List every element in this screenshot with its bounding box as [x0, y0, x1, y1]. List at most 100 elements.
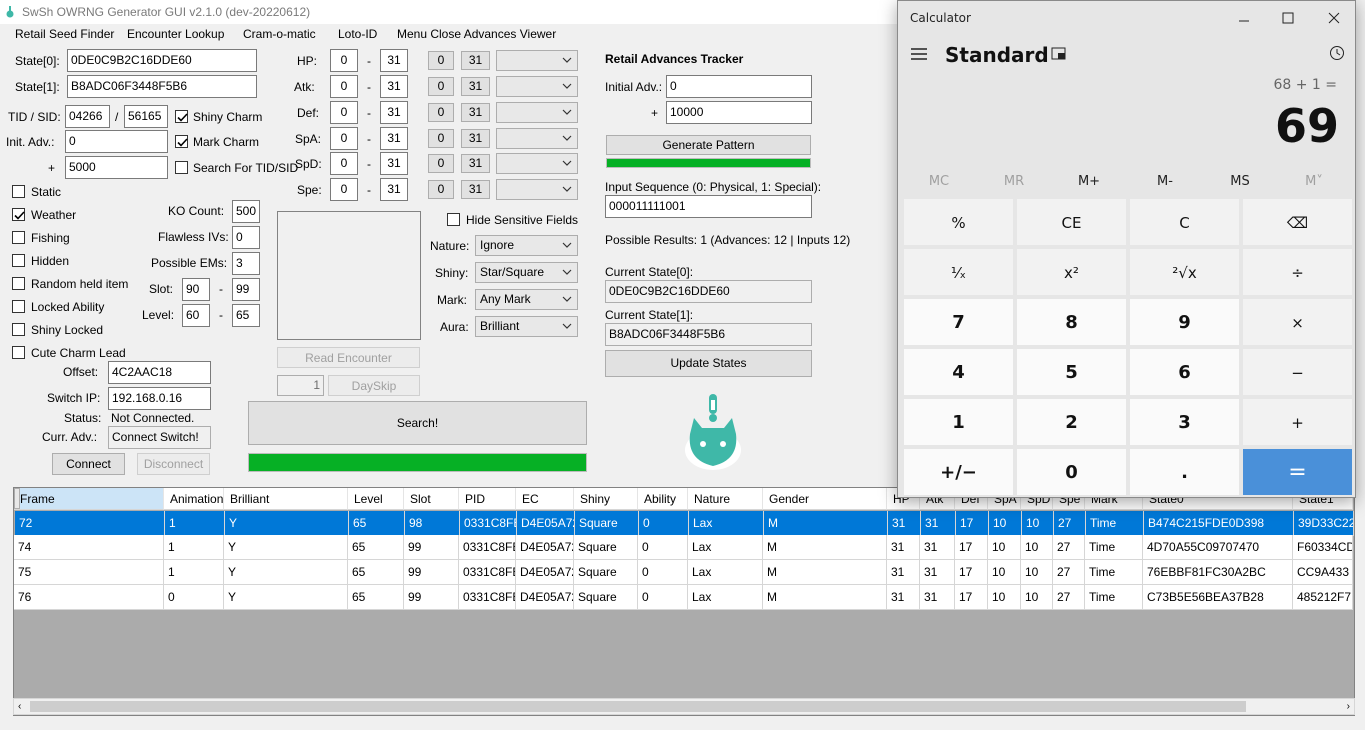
digit-0-button[interactable]: 0 — [1016, 448, 1127, 496]
column-header[interactable]: Shiny — [574, 488, 638, 510]
horizontal-scrollbar[interactable]: ‹ › — [13, 698, 1355, 715]
menu-encounter-lookup[interactable]: Encounter Lookup — [127, 27, 224, 41]
slot-min-input[interactable]: 90 — [182, 278, 210, 301]
column-header[interactable]: Nature — [688, 488, 763, 510]
memory-add-button[interactable]: M+ — [1059, 174, 1119, 189]
cute-charm-checkbox[interactable] — [12, 346, 25, 359]
history-icon[interactable] — [1329, 45, 1345, 64]
possible-ems-input[interactable]: 3 — [232, 252, 260, 275]
column-header[interactable]: PID — [459, 488, 516, 510]
nature-select[interactable]: Ignore — [475, 235, 578, 256]
reciprocal-button[interactable]: ¹⁄ₓ — [903, 248, 1014, 296]
mark-charm-checkbox[interactable] — [175, 135, 188, 148]
iv-spa-set-min-button[interactable]: 0 — [428, 129, 454, 148]
column-header[interactable]: Gender — [763, 488, 887, 510]
input-sequence-input[interactable]: 000011111001 — [605, 195, 812, 218]
iv-hp-hidden-select[interactable] — [496, 50, 578, 71]
iv-atk-set-min-button[interactable]: 0 — [428, 77, 454, 96]
iv-spd-set-max-button[interactable]: 31 — [461, 154, 490, 173]
subtract-button[interactable]: − — [1242, 348, 1353, 396]
iv-spd-set-min-button[interactable]: 0 — [428, 154, 454, 173]
clear-entry-button[interactable]: CE — [1016, 198, 1127, 246]
disconnect-button[interactable]: Disconnect — [137, 453, 210, 475]
equals-button[interactable]: = — [1242, 448, 1353, 496]
digit-7-button[interactable]: 7 — [903, 298, 1014, 346]
level-min-input[interactable]: 60 — [182, 304, 210, 327]
menu-close-advances-viewer[interactable]: Menu Close Advances Viewer — [397, 27, 556, 41]
tracker-range-input[interactable]: 10000 — [666, 101, 812, 124]
level-max-input[interactable]: 65 — [232, 304, 260, 327]
iv-def-set-min-button[interactable]: 0 — [428, 103, 454, 122]
state1-input[interactable]: B8ADC06F3448F5B6 — [67, 75, 257, 98]
minimize-icon[interactable] — [1221, 5, 1267, 31]
column-header[interactable]: Level — [348, 488, 404, 510]
ko-count-input[interactable]: 500 — [232, 200, 260, 223]
digit-1-button[interactable]: 1 — [903, 398, 1014, 446]
iv-hp-set-min-button[interactable]: 0 — [428, 51, 454, 70]
divide-button[interactable]: ÷ — [1242, 248, 1353, 296]
read-encounter-button[interactable]: Read Encounter — [277, 347, 420, 368]
digit-2-button[interactable]: 2 — [1016, 398, 1127, 446]
fishing-checkbox[interactable] — [12, 231, 25, 244]
initial-adv-input[interactable]: 0 — [666, 75, 812, 98]
menu-cram-o-matic[interactable]: Cram-o-matic — [243, 27, 316, 41]
tid-input[interactable]: 04266 — [65, 105, 110, 128]
static-checkbox[interactable] — [12, 185, 25, 198]
negate-button[interactable]: +/− — [903, 448, 1014, 496]
random-held-item-checkbox[interactable] — [12, 277, 25, 290]
iv-spd-max-input[interactable]: 31 — [380, 152, 408, 175]
clear-button[interactable]: C — [1129, 198, 1240, 246]
close-icon[interactable] — [1311, 5, 1357, 31]
search-tidsid-checkbox[interactable] — [175, 161, 188, 174]
digit-3-button[interactable]: 3 — [1129, 398, 1240, 446]
offset-input[interactable]: 4C2AAC18 — [108, 361, 211, 384]
maximize-icon[interactable] — [1265, 5, 1311, 31]
square-button[interactable]: x² — [1016, 248, 1127, 296]
locked-ability-checkbox[interactable] — [12, 300, 25, 313]
iv-spd-hidden-select[interactable] — [496, 153, 578, 174]
search-button[interactable]: Search! — [248, 401, 587, 445]
aura-select[interactable]: Brilliant — [475, 316, 578, 337]
menu-retail-seed-finder[interactable]: Retail Seed Finder — [15, 27, 114, 41]
iv-spa-max-input[interactable]: 31 — [380, 127, 408, 150]
update-states-button[interactable]: Update States — [605, 350, 812, 377]
iv-spa-set-max-button[interactable]: 31 — [461, 129, 490, 148]
adv-range-input[interactable]: 5000 — [65, 156, 168, 179]
iv-hp-max-input[interactable]: 31 — [380, 49, 408, 72]
iv-def-hidden-select[interactable] — [496, 102, 578, 123]
dayskip-button[interactable]: DaySkip — [328, 375, 420, 396]
iv-spe-max-input[interactable]: 31 — [380, 178, 408, 201]
shiny-locked-checkbox[interactable] — [12, 323, 25, 336]
column-header[interactable]: EC — [516, 488, 574, 510]
scroll-right-icon[interactable]: › — [1347, 701, 1350, 712]
iv-atk-max-input[interactable]: 31 — [380, 75, 408, 98]
column-header[interactable]: Animation — [164, 488, 224, 510]
dayskip-count-input[interactable]: 1 — [277, 375, 324, 396]
hamburger-menu-icon[interactable] — [910, 47, 928, 64]
backspace-button[interactable]: ⌫ — [1242, 198, 1353, 246]
iv-def-min-input[interactable]: 0 — [330, 101, 358, 124]
iv-hp-set-max-button[interactable]: 31 — [461, 51, 490, 70]
generate-pattern-button[interactable]: Generate Pattern — [606, 135, 811, 155]
results-grid[interactable]: Frame Animation Brilliant Level Slot PID EC Shi… — [13, 487, 1355, 716]
flawless-ivs-input[interactable]: 0 — [232, 226, 260, 249]
iv-spe-set-max-button[interactable]: 31 — [461, 180, 490, 199]
switch-ip-input[interactable]: 192.168.0.16 — [108, 387, 211, 410]
hide-sensitive-checkbox[interactable] — [447, 213, 460, 226]
table-row[interactable]: 72 1 Y 65 98 0331C8FE D4E05A72 Square 0 Lax M 31 31 1… — [14, 488, 1354, 536]
iv-atk-hidden-select[interactable] — [496, 76, 578, 97]
iv-hp-min-input[interactable]: 0 — [330, 49, 358, 72]
multiply-button[interactable]: × — [1242, 298, 1353, 346]
hidden-checkbox[interactable] — [12, 254, 25, 267]
iv-spa-hidden-select[interactable] — [496, 128, 578, 149]
column-header[interactable]: Brilliant — [224, 488, 348, 510]
memory-store-button[interactable]: MS — [1210, 174, 1270, 189]
decimal-button[interactable]: . — [1129, 448, 1240, 496]
scroll-thumb[interactable] — [30, 701, 1246, 712]
memory-list-button[interactable]: M˅ — [1284, 174, 1344, 189]
digit-6-button[interactable]: 6 — [1129, 348, 1240, 396]
digit-4-button[interactable]: 4 — [903, 348, 1014, 396]
weather-checkbox[interactable] — [12, 208, 25, 221]
keep-on-top-icon[interactable] — [1051, 47, 1067, 64]
iv-atk-set-max-button[interactable]: 31 — [461, 77, 490, 96]
